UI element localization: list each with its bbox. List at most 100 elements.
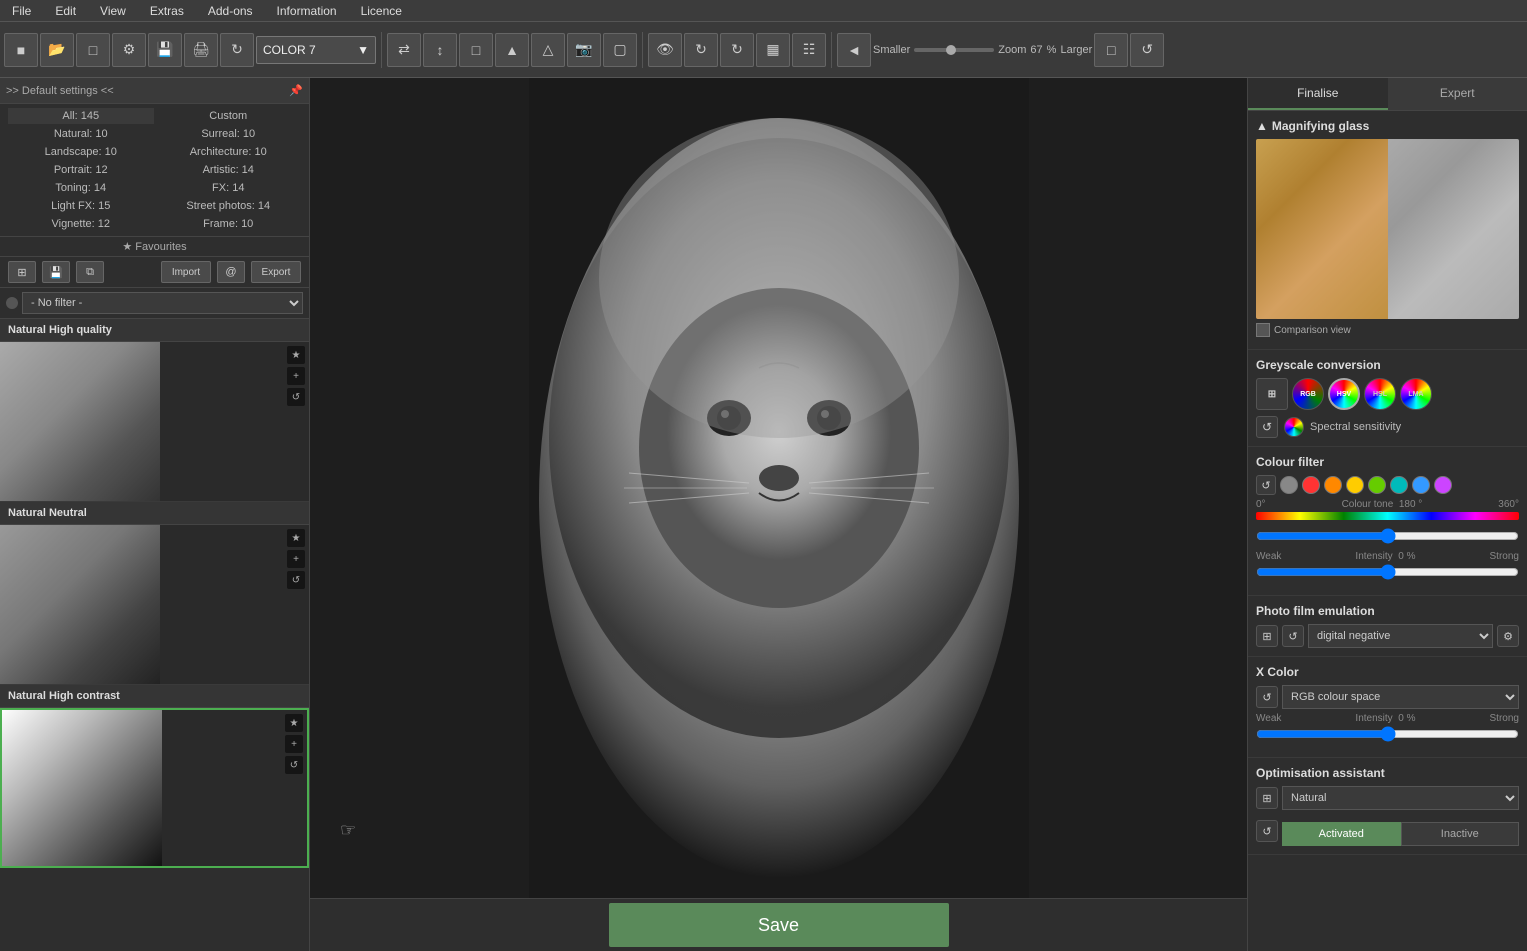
cf-green[interactable] [1368, 476, 1386, 494]
menu-extras[interactable]: Extras [138, 2, 196, 20]
cf-blue[interactable] [1412, 476, 1430, 494]
arrow-button[interactable]: ◄ [837, 33, 871, 67]
tool-3[interactable]: □ [459, 33, 493, 67]
stat-artistic[interactable]: Artistic: 14 [156, 162, 302, 178]
rotate-right-button[interactable]: ↺ [1130, 33, 1164, 67]
stat-frame[interactable]: Frame: 10 [156, 216, 302, 232]
zoom-unit: % [1047, 44, 1057, 56]
preset-item-natural-high-quality[interactable]: ★ + ↺ [0, 342, 309, 502]
gs-hsv-icon[interactable]: HSV [1328, 378, 1360, 410]
opt-activated-btn[interactable]: Activated [1282, 822, 1401, 846]
cf-orange[interactable] [1324, 476, 1342, 494]
stat-vignette[interactable]: Vignette: 12 [8, 216, 154, 232]
preset-item-natural-neutral[interactable]: ★ + ↺ [0, 525, 309, 685]
intensity-slider[interactable] [1256, 564, 1519, 580]
menu-licence[interactable]: Licence [349, 2, 414, 20]
eye-button[interactable]: 👁 [648, 33, 682, 67]
stat-custom[interactable]: Custom [156, 108, 302, 124]
settings-button[interactable]: ⚙ [112, 33, 146, 67]
stat-surreal[interactable]: Surreal: 10 [156, 126, 302, 142]
preset-star-btn-1[interactable]: ★ [287, 346, 305, 364]
colour-filter-refresh[interactable]: ↺ [1256, 475, 1276, 495]
tool-6[interactable]: 📷 [567, 33, 601, 67]
preset-star-btn-2[interactable]: ★ [287, 529, 305, 547]
preset-reset-btn-3[interactable]: ↺ [285, 756, 303, 774]
tab-finalise[interactable]: Finalise [1248, 78, 1388, 110]
save-preset-btn[interactable]: 💾 [42, 261, 70, 283]
import-btn[interactable]: Import [161, 261, 211, 283]
stat-street[interactable]: Street photos: 14 [156, 198, 302, 214]
film-dropdown[interactable]: digital negative [1308, 624, 1493, 648]
menu-addons[interactable]: Add-ons [196, 2, 265, 20]
save-button[interactable]: Save [609, 903, 949, 947]
colour-tone-slider[interactable] [1256, 528, 1519, 544]
tool-2[interactable]: ↕ [423, 33, 457, 67]
compare-btn[interactable]: ⧉ [76, 261, 104, 283]
copy-button[interactable]: □ [76, 33, 110, 67]
grid-button[interactable]: ☷ [792, 33, 826, 67]
cf-yellow[interactable] [1346, 476, 1364, 494]
tool-1[interactable]: ⇄ [387, 33, 421, 67]
favourites-bar[interactable]: ★ Favourites [0, 237, 309, 257]
xcolor-refresh-icon[interactable]: ↺ [1256, 686, 1278, 708]
cf-purple[interactable] [1434, 476, 1452, 494]
opt-dropdown[interactable]: Natural [1282, 786, 1519, 810]
menu-file[interactable]: File [0, 2, 43, 20]
tool-7[interactable]: ▢ [603, 33, 637, 67]
at-btn[interactable]: @ [217, 261, 245, 283]
zoom-slider[interactable] [914, 48, 994, 52]
greyscale-refresh[interactable]: ↺ [1256, 416, 1278, 438]
preset-star-btn-3[interactable]: ★ [285, 714, 303, 732]
stat-natural[interactable]: Natural: 10 [8, 126, 154, 142]
preset-dropdown[interactable]: COLOR 7 ▼ [256, 36, 376, 64]
grid-view-btn[interactable]: ⊞ [8, 261, 36, 283]
stat-architecture[interactable]: Architecture: 10 [156, 144, 302, 160]
tab-expert[interactable]: Expert [1388, 78, 1527, 110]
preset-reset-btn-1[interactable]: ↺ [287, 388, 305, 406]
new-button[interactable]: ■ [4, 33, 38, 67]
tool-5[interactable]: △ [531, 33, 565, 67]
filter-dropdown[interactable]: - No filter - [22, 292, 303, 314]
redo-button[interactable]: ↻ [220, 33, 254, 67]
film-settings-icon[interactable]: ⚙ [1497, 625, 1519, 647]
settings-pin[interactable]: 📌 [289, 84, 303, 97]
cf-grey[interactable] [1280, 476, 1298, 494]
menu-view[interactable]: View [88, 2, 138, 20]
histogram-button[interactable]: ▦ [756, 33, 790, 67]
cf-cyan[interactable] [1390, 476, 1408, 494]
stat-toning[interactable]: Toning: 14 [8, 180, 154, 196]
opt-grid-icon[interactable]: ⊞ [1256, 787, 1278, 809]
film-refresh-icon[interactable]: ↺ [1282, 625, 1304, 647]
opt-inactive-btn[interactable]: Inactive [1401, 822, 1520, 846]
preset-add-btn-2[interactable]: + [287, 550, 305, 568]
gs-hsl-icon[interactable]: HSL [1364, 378, 1396, 410]
preset-reset-btn-2[interactable]: ↺ [287, 571, 305, 589]
stat-all[interactable]: All: 145 [8, 108, 154, 124]
preset-item-natural-high-contrast[interactable]: ★ + ↺ [0, 708, 309, 868]
fit-button[interactable]: □ [1094, 33, 1128, 67]
stat-lightfx[interactable]: Light FX: 15 [8, 198, 154, 214]
cf-red[interactable] [1302, 476, 1320, 494]
film-grid-icon[interactable]: ⊞ [1256, 625, 1278, 647]
comparison-checkbox[interactable] [1256, 323, 1270, 337]
preset-add-btn-1[interactable]: + [287, 367, 305, 385]
xcolor-intensity-slider[interactable] [1256, 726, 1519, 742]
opt-refresh[interactable]: ↺ [1256, 820, 1278, 842]
rotate-button[interactable]: ↻ [720, 33, 754, 67]
save-toolbar-button[interactable]: 💾 [148, 33, 182, 67]
stat-portrait[interactable]: Portrait: 12 [8, 162, 154, 178]
print-button[interactable]: 🖨 [184, 33, 218, 67]
menu-edit[interactable]: Edit [43, 2, 88, 20]
tool-4[interactable]: ▲ [495, 33, 529, 67]
preset-add-btn-3[interactable]: + [285, 735, 303, 753]
gs-rgb-icon[interactable]: RGB [1292, 378, 1324, 410]
stat-fx[interactable]: FX: 14 [156, 180, 302, 196]
stat-landscape[interactable]: Landscape: 10 [8, 144, 154, 160]
refresh-button[interactable]: ↻ [684, 33, 718, 67]
xcolor-dropdown[interactable]: RGB colour space [1282, 685, 1519, 709]
gs-luma-icon[interactable]: LMA [1400, 378, 1432, 410]
gs-grid-icon[interactable]: ⊞ [1256, 378, 1288, 410]
export-btn[interactable]: Export [251, 261, 301, 283]
open-button[interactable]: 📂 [40, 33, 74, 67]
menu-information[interactable]: Information [265, 2, 349, 20]
